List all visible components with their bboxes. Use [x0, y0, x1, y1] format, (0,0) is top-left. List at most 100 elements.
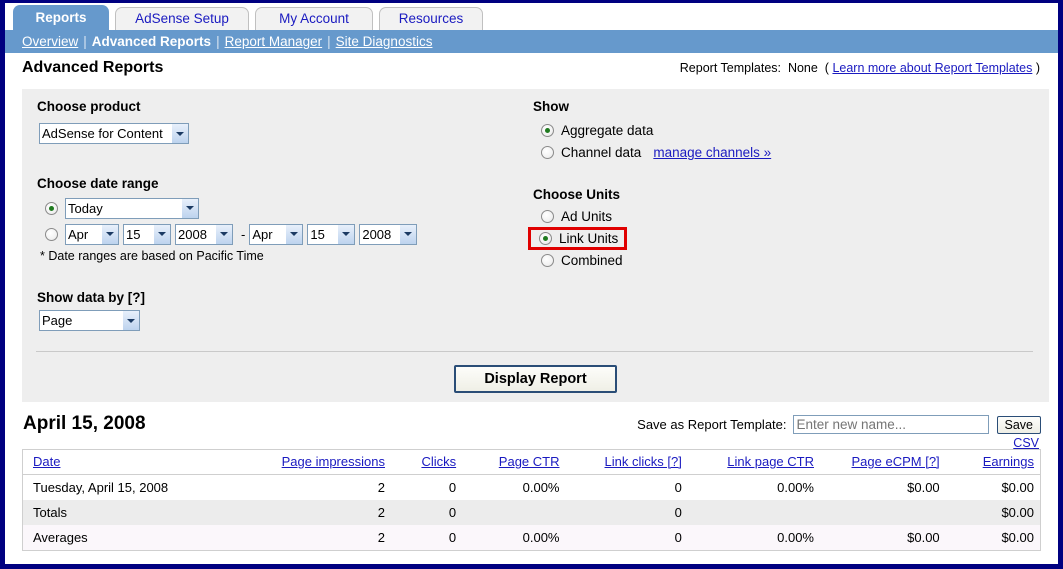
report-date-heading: April 15, 2008 — [23, 413, 146, 434]
date-preset-select[interactable]: Today — [65, 197, 199, 219]
cell-link-clicks: 0 — [565, 525, 688, 551]
nav-link-overview[interactable]: Overview — [22, 34, 78, 49]
start-year-select[interactable]: 2008 — [175, 223, 233, 245]
save-template-block: Save as Report Template: Save — [637, 415, 1041, 434]
column-header-page-ecpm[interactable]: Page eCPM [?] — [820, 449, 946, 475]
label-ad-units[interactable]: Ad Units — [561, 209, 612, 224]
sub-navigation-bar: Overview | Advanced Reports | Report Manager… — [5, 30, 1058, 53]
pacific-time-note: * Date ranges are based on Pacific Time — [40, 249, 264, 263]
page-title: Advanced Reports — [22, 59, 164, 76]
start-day-select-wrapper: 15 — [123, 223, 171, 245]
cell-page-ctr: 0.00% — [462, 474, 566, 500]
cell-earnings: $0.00 — [945, 474, 1041, 500]
column-header-date[interactable]: Date — [22, 449, 244, 475]
radio-date-preset[interactable] — [45, 201, 58, 215]
radio-date-custom[interactable] — [45, 227, 58, 241]
column-header-link-page-ctr[interactable]: Link page CTR — [687, 449, 820, 475]
display-report-button-row: Display Report — [22, 365, 1049, 393]
nav-link-advanced-reports[interactable]: Advanced Reports — [92, 34, 211, 49]
date-custom-row: Apr 15 2008 - Apr 15 2008 — [37, 222, 497, 246]
end-year-select[interactable]: 2008 — [359, 223, 418, 245]
cell-page-impressions: 2 — [243, 500, 391, 525]
panel-divider — [36, 351, 1033, 352]
choose-product-label: Choose product — [37, 99, 141, 114]
cell-link-page-ctr: 0.00% — [687, 474, 820, 500]
display-report-button[interactable]: Display Report — [454, 365, 617, 393]
choose-units-label: Choose Units — [533, 187, 621, 202]
radio-link-units[interactable] — [539, 232, 552, 245]
main-tab-bar: Reports AdSense Setup My Account Resourc… — [5, 3, 1058, 30]
show-data-by-select[interactable]: Page — [39, 310, 140, 331]
cell-date: Tuesday, April 15, 2008 — [22, 474, 244, 500]
tab-my-account[interactable]: My Account — [255, 7, 373, 30]
column-header-earnings[interactable]: Earnings — [945, 449, 1041, 475]
manage-channels-link[interactable]: manage channels » — [653, 145, 771, 160]
save-template-button[interactable]: Save — [996, 415, 1041, 434]
cell-clicks: 0 — [390, 500, 463, 525]
tab-resources[interactable]: Resources — [379, 7, 483, 30]
start-day-select[interactable]: 15 — [123, 223, 171, 245]
product-select[interactable]: AdSense for Content — [39, 123, 189, 144]
cell-earnings: $0.00 — [945, 500, 1041, 525]
label-channel-data[interactable]: Channel data — [561, 145, 641, 160]
column-header-link-clicks[interactable]: Link clicks [?] — [565, 449, 688, 475]
report-templates-label: Report Templates: — [679, 61, 781, 75]
report-table-head: Date Page impressions Clicks Page CTR Li… — [22, 449, 1041, 475]
paren-open: ( — [824, 61, 829, 75]
show-data-by-label: Show data by [?] — [37, 290, 145, 305]
show-option-aggregate[interactable]: Aggregate data — [533, 120, 1003, 141]
column-header-page-ctr[interactable]: Page CTR — [462, 449, 566, 475]
tab-adsense-setup[interactable]: AdSense Setup — [115, 7, 249, 30]
date-preset-row: Today — [37, 196, 497, 220]
learn-more-templates-link[interactable]: Learn more about Report Templates — [832, 61, 1032, 75]
nav-link-report-manager[interactable]: Report Manager — [225, 34, 323, 49]
show-data-by-select-wrapper: Page — [39, 310, 140, 331]
report-options-panel: Choose product AdSense for Content Choos… — [22, 89, 1049, 402]
show-option-channel[interactable]: Channel data manage channels » — [533, 142, 1003, 163]
tab-reports[interactable]: Reports — [13, 5, 109, 30]
report-table-body: Tuesday, April 15, 2008 2 0 0.00% 0 0.00… — [22, 474, 1041, 551]
label-combined[interactable]: Combined — [561, 253, 623, 268]
radio-combined[interactable] — [541, 254, 554, 267]
nav-link-site-diagnostics[interactable]: Site Diagnostics — [336, 34, 433, 49]
label-aggregate-data[interactable]: Aggregate data — [561, 123, 653, 138]
cell-page-ecpm — [820, 500, 946, 525]
cell-link-clicks: 0 — [565, 500, 688, 525]
end-month-select[interactable]: Apr — [249, 223, 304, 245]
start-year-select-wrapper: 2008 — [175, 223, 233, 245]
nav-separator-2: | — [216, 34, 220, 49]
radio-aggregate-data[interactable] — [541, 124, 554, 137]
report-results-section: April 15, 2008 Save as Report Template: … — [5, 407, 1058, 551]
report-header-row: April 15, 2008 Save as Report Template: … — [22, 407, 1041, 450]
csv-export-link[interactable]: CSV — [1013, 436, 1039, 450]
cell-date: Totals — [22, 500, 244, 525]
column-header-clicks[interactable]: Clicks — [390, 449, 463, 475]
table-row-averages: Averages 2 0 0.00% 0 0.00% $0.00 $0.00 — [22, 525, 1041, 551]
report-templates-info: Report Templates: None ( Learn more abou… — [680, 61, 1040, 75]
nav-separator-3: | — [327, 34, 331, 49]
unit-option-ad-units[interactable]: Ad Units — [533, 206, 1003, 227]
label-link-units[interactable]: Link Units — [559, 231, 618, 246]
table-row: Tuesday, April 15, 2008 2 0 0.00% 0 0.00… — [22, 474, 1041, 500]
date-range-dash: - — [241, 226, 246, 242]
options-right-column: Show Aggregate data Channel data manage … — [528, 99, 1003, 272]
column-header-page-impressions[interactable]: Page impressions — [243, 449, 391, 475]
end-year-select-wrapper: 2008 — [359, 223, 418, 245]
table-row-totals: Totals 2 0 0 $0.00 — [22, 500, 1041, 525]
cell-earnings: $0.00 — [945, 525, 1041, 551]
template-name-input[interactable] — [792, 415, 989, 434]
cell-page-impressions: 2 — [243, 525, 391, 551]
start-month-select[interactable]: Apr — [65, 223, 119, 245]
report-table: Date Page impressions Clicks Page CTR Li… — [22, 449, 1041, 551]
unit-option-combined[interactable]: Combined — [533, 250, 1003, 271]
radio-channel-data[interactable] — [541, 146, 554, 159]
end-day-select-wrapper: 15 — [307, 223, 356, 245]
radio-ad-units[interactable] — [541, 210, 554, 223]
end-day-select[interactable]: 15 — [307, 223, 356, 245]
show-label: Show — [533, 99, 569, 114]
cell-link-clicks: 0 — [565, 474, 688, 500]
paren-close: ) — [1035, 61, 1040, 75]
choose-date-range-label: Choose date range — [37, 176, 159, 191]
cell-date: Averages — [22, 525, 244, 551]
cell-page-ctr — [462, 500, 566, 525]
